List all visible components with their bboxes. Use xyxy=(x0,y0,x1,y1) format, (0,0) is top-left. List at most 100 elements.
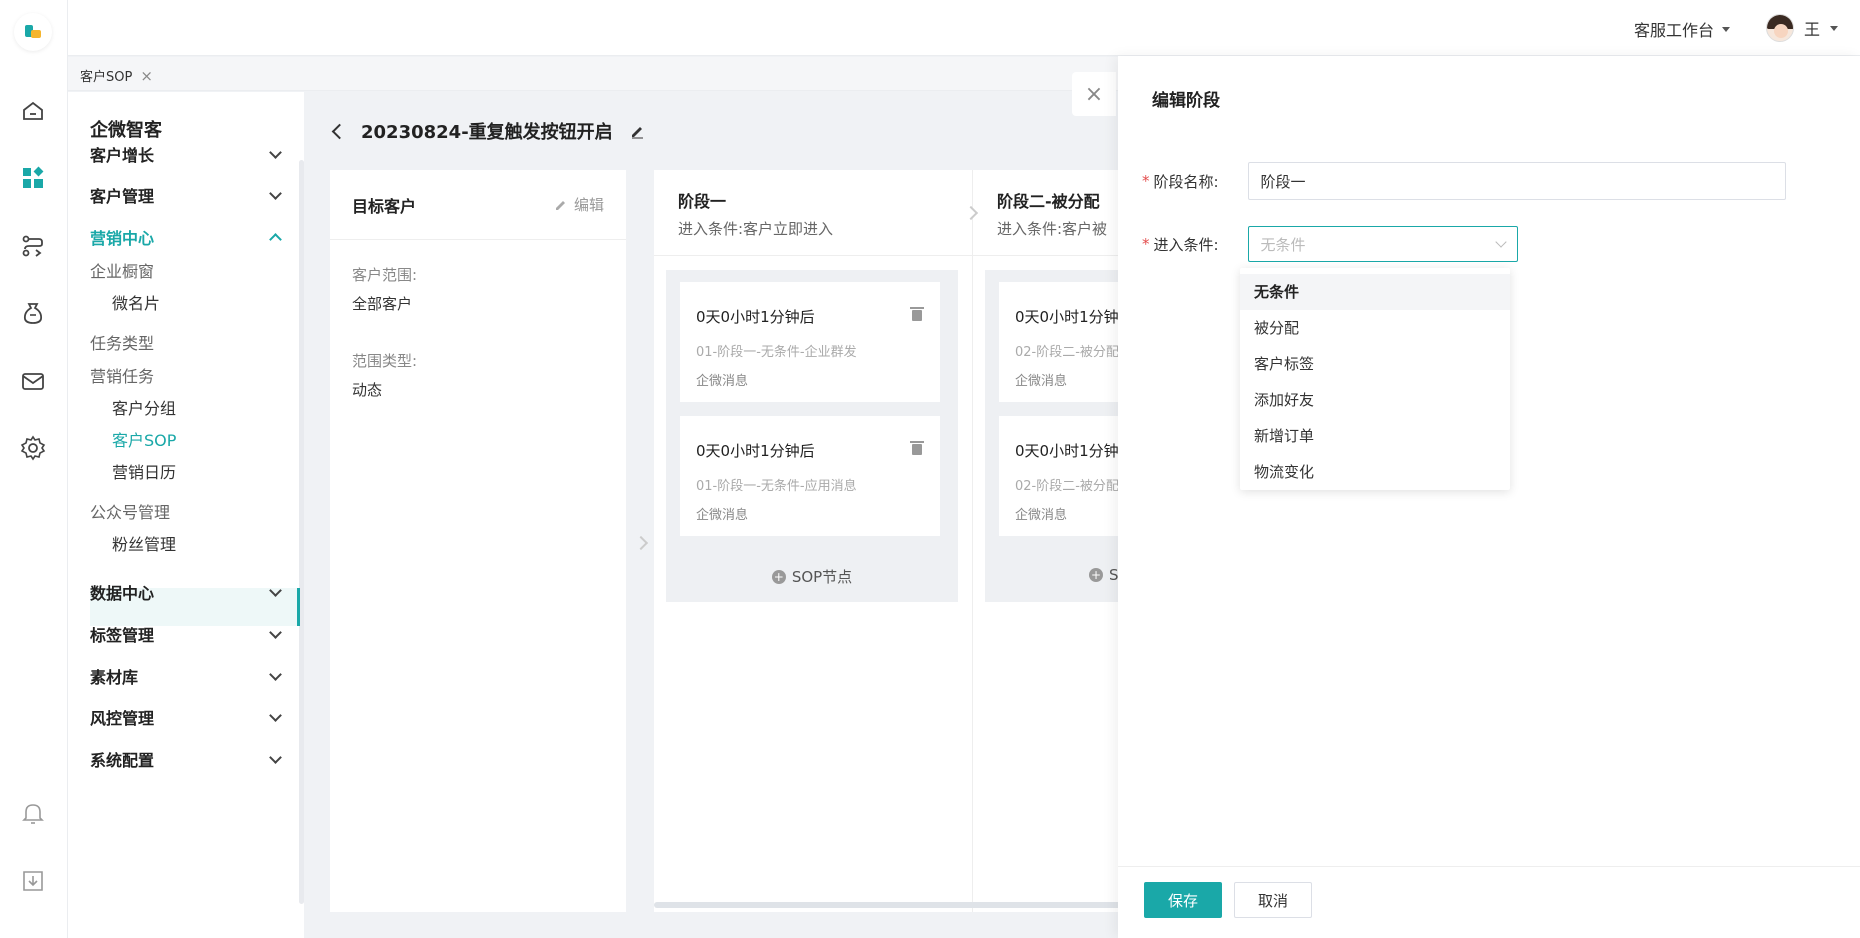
dropdown-option[interactable]: 客户标签 xyxy=(1240,346,1510,382)
mail-icon[interactable] xyxy=(20,368,46,394)
range-value: 全部客户 xyxy=(352,295,413,313)
menu-sub-label: 营销任务 xyxy=(90,367,155,386)
edit-label: 编辑 xyxy=(573,196,604,214)
page-title: 20230824-重复触发按钮开启 xyxy=(331,118,645,144)
node-desc: 02-阶段二-被分配 xyxy=(1015,479,1119,494)
stage-column: 阶段二-被分配 进入条件:客户被 0天0小时1分钟 02-阶段二-被分配 企微消… xyxy=(973,170,1124,912)
menu-group-manage[interactable]: 客户管理 xyxy=(90,183,286,207)
chevron-down-icon xyxy=(269,667,282,681)
avatar[interactable] xyxy=(1765,14,1794,42)
top-header: 客服工作台 王 xyxy=(68,0,1860,56)
menu-group-system[interactable]: 系统配置 xyxy=(90,747,286,771)
node-channel: 企微消息 xyxy=(1015,508,1068,523)
dropdown-option[interactable]: 新增订单 xyxy=(1240,418,1510,454)
dropdown-option[interactable]: 无条件 xyxy=(1240,274,1510,310)
sop-node-card[interactable]: 0天0小时1分钟 02-阶段二-被分配 企微消息 xyxy=(999,416,1124,536)
dropdown-option[interactable]: 被分配 xyxy=(1240,310,1510,346)
node-channel: 企微消息 xyxy=(1015,374,1068,389)
drawer-close-button[interactable]: × xyxy=(1072,72,1116,116)
chevron-down-icon xyxy=(269,186,282,200)
add-sop-node-button[interactable]: + SOP节点 xyxy=(666,566,958,587)
node-time: 0天0小时1分钟后 xyxy=(696,442,815,460)
sop-node-card[interactable]: 0天0小时1分钟后 01-阶段一-无条件-应用消息 企微消息 xyxy=(680,416,940,536)
route-icon[interactable] xyxy=(20,233,46,259)
node-channel: 企微消息 xyxy=(696,508,749,523)
menu-group-growth[interactable]: 客户增长 xyxy=(90,142,286,166)
caret-down-icon xyxy=(1722,26,1730,32)
workbench-label: 客服工作台 xyxy=(1633,21,1714,40)
menu-group-label: 客户增长 xyxy=(90,146,155,165)
apps-icon[interactable] xyxy=(20,165,46,191)
menu-brand: 企微智客 xyxy=(90,120,162,141)
money-bag-icon[interactable] xyxy=(20,300,46,326)
menu-item-label: 粉丝管理 xyxy=(112,535,177,554)
range-label: 客户范围: xyxy=(352,266,418,284)
sop-node-card[interactable]: 0天0小时1分钟后 01-阶段一-无条件-企业群发 企微消息 xyxy=(680,282,940,402)
type-value: 动态 xyxy=(352,381,383,399)
required-mark: * xyxy=(1142,172,1150,190)
range-type: 范围类型: 动态 xyxy=(352,350,417,400)
menu-item-card[interactable]: 微名片 xyxy=(112,290,286,314)
settings-gear-icon[interactable] xyxy=(20,435,46,461)
menu-sub-task[interactable]: 营销任务 xyxy=(90,363,286,387)
sop-node-card[interactable]: 0天0小时1分钟 02-阶段二-被分配 企微消息 xyxy=(999,282,1124,402)
cancel-button[interactable]: 取消 xyxy=(1234,882,1312,918)
stage-name: 阶段一 xyxy=(678,192,727,211)
node-channel: 企微消息 xyxy=(696,374,749,389)
menu-sub-mp[interactable]: 公众号管理 xyxy=(90,499,286,523)
trash-icon[interactable] xyxy=(910,441,924,455)
user-menu[interactable]: 王 xyxy=(1765,14,1838,42)
enter-condition-select[interactable]: 无条件 xyxy=(1247,226,1518,262)
menu-item-calendar[interactable]: 营销日历 xyxy=(112,459,286,483)
back-arrow-icon[interactable] xyxy=(331,123,348,139)
close-icon[interactable]: × xyxy=(140,67,153,85)
node-time: 0天0小时1分钟 xyxy=(1015,442,1119,460)
add-sop-node-button[interactable]: + S xyxy=(985,566,1124,584)
trash-icon[interactable] xyxy=(910,307,924,321)
pencil-edit-icon[interactable] xyxy=(629,123,645,139)
menu-group-risk[interactable]: 风控管理 xyxy=(90,705,286,729)
type-label: 范围类型: xyxy=(352,352,418,370)
menu-item-label: 营销日历 xyxy=(112,463,177,482)
app-logo-icon[interactable] xyxy=(14,13,52,51)
enter-condition-row: * 进入条件: 无条件 xyxy=(1142,226,1518,262)
menu-sub-task-type[interactable]: 任务类型 xyxy=(90,330,286,354)
horizontal-scrollbar[interactable] xyxy=(654,902,1124,908)
menu-group-materials[interactable]: 素材库 xyxy=(90,664,286,688)
required-mark: * xyxy=(1142,235,1150,253)
enter-condition-label: 进入条件: xyxy=(1153,235,1219,254)
menu-group-label: 系统配置 xyxy=(90,751,155,770)
target-edit-button[interactable]: 编辑 xyxy=(554,194,604,215)
workbench-dropdown[interactable]: 客服工作台 xyxy=(1634,17,1730,41)
stage-name-row: * 阶段名称: 阶段一 xyxy=(1142,162,1786,200)
menu-group-label: 素材库 xyxy=(90,668,139,687)
chevron-down-icon xyxy=(269,625,282,639)
chevron-down-icon xyxy=(269,145,282,159)
add-node-label: SOP节点 xyxy=(791,568,853,586)
node-time: 0天0小时1分钟 xyxy=(1015,308,1119,326)
menu-group-label: 客户管理 xyxy=(90,187,155,206)
menu-item-fans[interactable]: 粉丝管理 xyxy=(112,531,286,555)
menu-item-sop[interactable]: 客户SOP xyxy=(112,427,286,451)
dropdown-option[interactable]: 物流变化 xyxy=(1240,454,1510,490)
select-placeholder: 无条件 xyxy=(1260,235,1306,254)
menu-item-label: 客户SOP xyxy=(112,431,177,450)
download-icon[interactable] xyxy=(20,868,46,894)
tab-customer-sop[interactable]: 客户SOP × xyxy=(80,66,153,86)
dropdown-option[interactable]: 添加好友 xyxy=(1240,382,1510,418)
menu-sub-showcase[interactable]: 企业橱窗 xyxy=(90,258,286,282)
target-card-title: 目标客户 xyxy=(352,196,417,216)
plus-circle-icon: + xyxy=(771,569,786,584)
stage-name-input[interactable]: 阶段一 xyxy=(1247,162,1786,200)
customer-range: 客户范围: 全部客户 xyxy=(352,264,417,314)
menu-group-tags[interactable]: 标签管理 xyxy=(90,622,286,646)
menu-group-data[interactable]: 数据中心 xyxy=(90,580,286,604)
menu-group-label: 营销中心 xyxy=(90,229,155,248)
bell-icon[interactable] xyxy=(20,800,46,826)
menu-item-group[interactable]: 客户分组 xyxy=(112,395,286,419)
home-icon[interactable] xyxy=(20,98,46,124)
save-button[interactable]: 保存 xyxy=(1144,882,1222,918)
menu-group-marketing[interactable]: 营销中心 xyxy=(90,225,286,249)
menu-sub-label: 任务类型 xyxy=(90,334,155,353)
chevron-up-icon xyxy=(269,232,282,246)
